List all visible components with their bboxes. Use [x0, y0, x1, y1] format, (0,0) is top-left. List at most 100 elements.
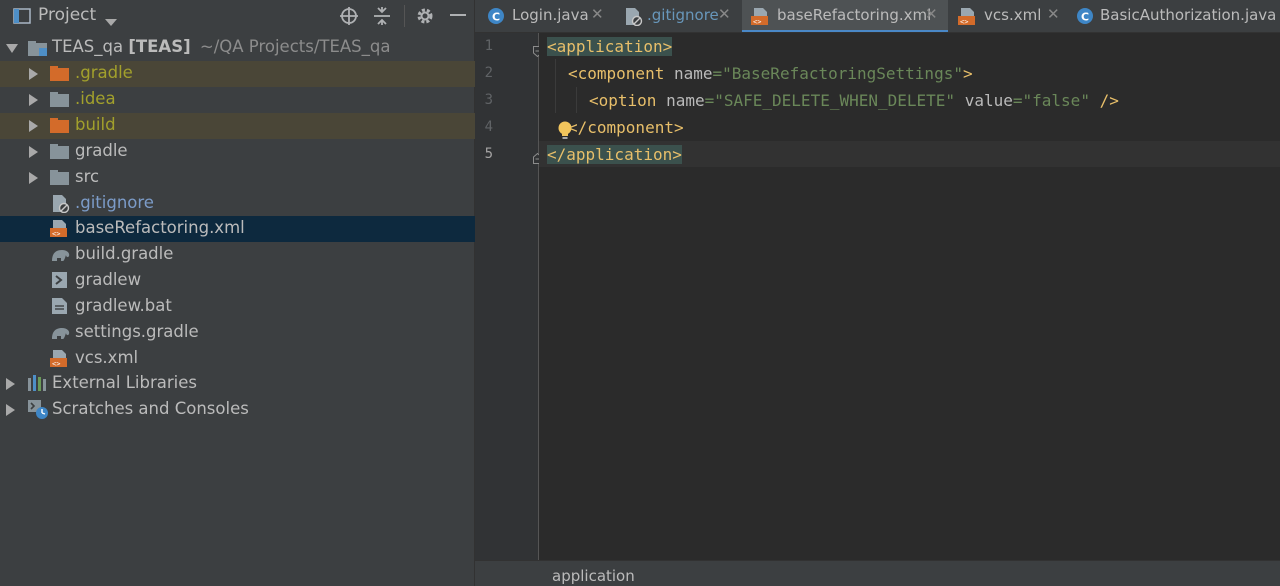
- tree-item-label: src: [75, 167, 100, 186]
- close-icon[interactable]: ✕: [1047, 5, 1060, 23]
- xml-file-icon: <>: [50, 349, 70, 372]
- chevron-right-icon[interactable]: [29, 172, 38, 184]
- folder-icon: [50, 117, 70, 137]
- close-icon[interactable]: ✕: [718, 5, 731, 23]
- hide-panel-icon[interactable]: [450, 14, 466, 16]
- code-line-5: </application>: [547, 142, 682, 168]
- tree-item-base-refactoring-xml[interactable]: <> baseRefactoring.xml: [0, 216, 475, 242]
- tree-item-label: External Libraries: [52, 373, 197, 392]
- tree-item-vcs-xml[interactable]: <> vcs.xml: [0, 346, 475, 372]
- tree-item-gradle[interactable]: gradle: [0, 139, 475, 165]
- tab-vcs-xml[interactable]: <> vcs.xml ✕: [948, 0, 1068, 32]
- xml-file-icon: <>: [50, 219, 70, 242]
- collapse-all-icon[interactable]: [373, 6, 391, 30]
- text-file-icon: [52, 298, 68, 319]
- intention-bulb-icon[interactable]: [557, 121, 573, 145]
- xml-attribute: name: [673, 64, 713, 83]
- tree-item-scratches-and-consoles[interactable]: Scratches and Consoles: [0, 397, 475, 423]
- xml-tag: >: [962, 64, 973, 83]
- svg-text:C: C: [1081, 11, 1089, 24]
- chevron-right-icon[interactable]: [29, 146, 38, 158]
- project-panel-header: Project: [0, 0, 475, 33]
- code-editor[interactable]: <application> <component name="BaseRefac…: [539, 33, 1280, 560]
- xml-tag: </component>: [568, 118, 684, 137]
- xml-tag: </application>: [547, 145, 682, 164]
- xml-value: "false": [1022, 91, 1090, 110]
- tree-item-label: build: [75, 115, 116, 134]
- xml-tag: />: [1099, 91, 1119, 110]
- tree-item-build[interactable]: build: [0, 113, 475, 139]
- folder-icon: [50, 143, 70, 163]
- project-path: ~/QA Projects/TEAS_qa: [199, 37, 391, 56]
- shell-script-icon: [52, 272, 68, 293]
- tree-item-settings-gradle[interactable]: settings.gradle: [0, 320, 475, 346]
- xml-tag: <component: [568, 64, 674, 83]
- editor-tab-bar: C Login.java ✕ .gitignore ✕ <> baseRefac…: [475, 0, 1280, 33]
- tab-gitignore[interactable]: .gitignore ✕: [615, 0, 742, 32]
- folder-icon: [50, 65, 70, 85]
- line-number: 3: [484, 92, 493, 108]
- tree-item-label: .gitignore: [75, 193, 154, 212]
- tree-item-label: Scratches and Consoles: [52, 399, 249, 418]
- breadcrumb-item[interactable]: application: [552, 567, 635, 585]
- chevron-right-icon[interactable]: [29, 68, 38, 80]
- scratches-icon: [28, 400, 49, 424]
- xml-file-icon: <>: [751, 7, 771, 30]
- svg-text:<>: <>: [52, 360, 60, 368]
- code-line-4: </component>: [568, 115, 684, 141]
- tree-item-label: gradlew: [75, 270, 142, 289]
- tree-item-gradlew[interactable]: gradlew: [0, 268, 475, 294]
- tree-item-src[interactable]: src: [0, 165, 475, 191]
- tree-item-build-gradle[interactable]: build.gradle: [0, 242, 475, 268]
- tab-login-java[interactable]: C Login.java ✕: [475, 0, 615, 32]
- tab-label: Login.java: [512, 6, 589, 24]
- tree-item-gitignore[interactable]: .gitignore: [0, 191, 475, 217]
- xml-value: "BaseRefactoringSettings": [722, 64, 963, 83]
- project-view-icon[interactable]: [13, 8, 31, 28]
- gear-icon[interactable]: [415, 6, 435, 30]
- code-line-1: <application>: [547, 34, 673, 60]
- line-number: 4: [484, 119, 493, 135]
- xml-attribute: value: [964, 91, 1013, 110]
- xml-tag: <application>: [547, 37, 673, 56]
- tree-item-external-libraries[interactable]: External Libraries: [0, 371, 475, 397]
- header-divider: [404, 5, 405, 27]
- tree-root-teas-qa[interactable]: TEAS_qa [TEAS] ~/QA Projects/TEAS_qa: [0, 35, 475, 61]
- project-tool-window: Project TEAS_qa [TEAS] ~/QA Projects/TEA…: [0, 0, 475, 586]
- chevron-down-icon[interactable]: [6, 44, 18, 53]
- java-class-icon: C: [1076, 7, 1094, 29]
- tree-item-label: vcs.xml: [75, 348, 139, 367]
- gradle-elephant-icon: [50, 325, 71, 345]
- tree-item-label: gradlew.bat: [75, 296, 172, 315]
- tree-item-idea[interactable]: .idea: [0, 87, 475, 113]
- chevron-right-icon[interactable]: [6, 378, 15, 390]
- indent-guide: [576, 87, 577, 113]
- close-icon[interactable]: ✕: [591, 5, 604, 23]
- tab-basic-authorization-java[interactable]: C BasicAuthorization.java: [1068, 0, 1280, 32]
- code-line-2: <component name="BaseRefactoringSettings…: [568, 61, 973, 87]
- line-number: 1: [484, 38, 493, 54]
- svg-text:<>: <>: [753, 18, 761, 26]
- tree-item-gradle-dir[interactable]: .gradle: [0, 61, 475, 87]
- tree-item-gradlew-bat[interactable]: gradlew.bat: [0, 294, 475, 320]
- svg-text:C: C: [492, 11, 500, 24]
- chevron-right-icon[interactable]: [29, 120, 38, 132]
- tree-item-label: gradle: [75, 141, 128, 160]
- chevron-right-icon[interactable]: [29, 94, 38, 106]
- project-view-selector[interactable]: Project: [38, 5, 96, 25]
- tree-item-label: build.gradle: [75, 244, 174, 263]
- line-number: 2: [484, 65, 493, 81]
- tab-base-refactoring-xml[interactable]: <> baseRefactoring.xml ✕: [742, 0, 948, 32]
- tab-label: baseRefactoring.xml: [777, 6, 932, 24]
- locate-target-icon[interactable]: [339, 6, 359, 30]
- project-name: TEAS_qa: [52, 37, 124, 56]
- tree-item-label: baseRefactoring.xml: [75, 218, 245, 237]
- chevron-down-icon[interactable]: [105, 12, 117, 31]
- breadcrumb: application: [475, 560, 1280, 586]
- xml-attribute: name: [666, 91, 705, 110]
- chevron-right-icon[interactable]: [6, 404, 15, 416]
- close-icon[interactable]: ✕: [925, 5, 938, 23]
- xml-equals: =: [704, 91, 715, 110]
- xml-value: "SAFE_DELETE_WHEN_DELETE": [714, 91, 956, 110]
- folder-icon: [50, 91, 70, 111]
